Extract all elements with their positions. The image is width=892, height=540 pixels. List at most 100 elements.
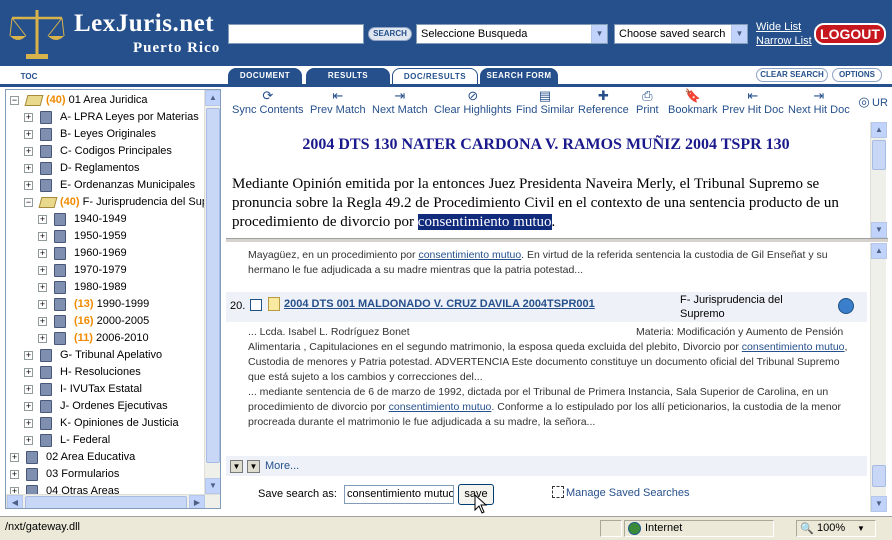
result-checkbox[interactable] (250, 299, 262, 311)
result-snippet: hermano le fue adjudicada a su madre mie… (248, 264, 584, 276)
document-scroll-thumb[interactable] (872, 140, 886, 170)
expand-icon[interactable]: + (24, 113, 33, 122)
results-scrollbar[interactable]: ▲ ▼ (870, 243, 887, 512)
toolbar-next-hit-doc-button[interactable]: ⇥ Next Hit Doc (788, 88, 850, 116)
scroll-up-icon[interactable]: ▲ (205, 90, 220, 106)
tab-doc-results[interactable]: DOC/RESULTS (392, 68, 478, 84)
toc-item-text: D- Reglamentos (60, 162, 140, 174)
tab-results[interactable]: RESULTS (306, 68, 390, 84)
result-snippet: Mayagüez, en un procedimiento por consen… (248, 247, 862, 263)
toc-horizontal-scrollbar[interactable]: ◀ ▶ (6, 494, 220, 508)
collapse-icon[interactable]: − (10, 96, 19, 105)
snippet-hit-link[interactable]: consentimiento mutuo (742, 341, 845, 353)
save-search-input[interactable]: consentimiento mutuo (344, 485, 454, 504)
expand-icon[interactable]: + (38, 300, 47, 309)
toc-item-text: E- Ordenanzas Municipales (60, 179, 196, 191)
expand-icon[interactable]: + (24, 351, 33, 360)
result-title-link[interactable]: 2004 DTS 001 MALDONADO V. CRUZ DAVILA 20… (284, 298, 595, 310)
expand-icon[interactable]: + (24, 402, 33, 411)
hit-count: (40) (46, 94, 66, 106)
toc-item-label: (13) 1990-1999 (74, 296, 149, 313)
expand-icon[interactable]: + (24, 385, 33, 394)
scroll-down-icon[interactable]: ▼ (205, 478, 220, 494)
expand-all-icon[interactable]: ▼ (230, 460, 243, 473)
expand-icon[interactable]: + (38, 249, 47, 258)
saved-search-select[interactable]: Choose saved search ▼ (614, 24, 748, 44)
manage-saved-searches-link[interactable]: Manage Saved Searches (566, 487, 690, 499)
toc-vertical-scrollbar[interactable]: ▲ ▼ (204, 90, 220, 494)
expand-icon[interactable]: + (24, 147, 33, 156)
expand-icon[interactable]: + (24, 130, 33, 139)
open-document-icon[interactable] (838, 298, 854, 314)
toolbar-prev-match-button[interactable]: ⇤ Prev Match (310, 88, 366, 116)
scroll-up-icon[interactable]: ▲ (871, 243, 887, 259)
expand-icon[interactable]: + (10, 470, 19, 479)
chevron-down-icon: ▼ (731, 25, 747, 43)
result-snippet: Custodia de menores y Patria potestad. A… (248, 356, 840, 368)
toc-item-text: F- Jurisprudencia del Supremo (82, 196, 221, 208)
results-scroll-thumb[interactable] (872, 465, 886, 487)
next-match-icon: ⇥ (394, 88, 406, 103)
expand-icon[interactable]: + (24, 419, 33, 428)
expand-icon[interactable]: + (24, 181, 33, 190)
toolbar-prev-hit-doc-button[interactable]: ⇤ Prev Hit Doc (722, 88, 784, 116)
collapse-icon[interactable]: − (24, 198, 33, 207)
narrow-list-link[interactable]: Narrow List (756, 35, 812, 47)
toolbar-bookmark-button[interactable]: 🔖 Bookmark (668, 88, 718, 116)
scroll-right-icon[interactable]: ▶ (189, 495, 205, 508)
toc-item-label: 1970-1979 (74, 262, 127, 279)
tab-search-form[interactable]: SEARCH FORM (480, 68, 558, 84)
document-title: 2004 DTS 130 NATER CARDONA V. RAMOS MUÑI… (302, 136, 790, 153)
scroll-down-icon[interactable]: ▼ (871, 222, 887, 238)
document-scrollbar[interactable]: ▲ ▼ (870, 122, 887, 238)
clear-search-button[interactable]: CLEAR SEARCH (756, 68, 828, 82)
toolbar-next-match-button[interactable]: ⇥ Next Match (372, 88, 428, 116)
search-input[interactable] (228, 24, 364, 44)
snippet-hit-link[interactable]: consentimiento mutuo (389, 401, 492, 413)
expand-icon[interactable]: + (38, 317, 47, 326)
expand-icon[interactable]: + (38, 215, 47, 224)
toolbar-clear-highlights-button[interactable]: ⊘ Clear Highlights (434, 88, 512, 116)
pane-splitter[interactable] (226, 238, 888, 242)
scroll-left-icon[interactable]: ◀ (7, 495, 23, 508)
toolbar-ur-button[interactable]: ◎ UR (856, 94, 888, 110)
more-dropdown-icon[interactable]: ▼ (247, 460, 260, 473)
toc-item-text: 1990-1999 (96, 298, 150, 310)
scroll-down-icon[interactable]: ▼ (871, 496, 887, 512)
toolbar-label: UR (872, 97, 888, 109)
expand-icon[interactable]: + (10, 453, 19, 462)
toolbar-label: Clear Highlights (434, 104, 512, 116)
busqueda-select[interactable]: Seleccione Busqueda ▼ (416, 24, 608, 44)
toolbar-sync-contents-button[interactable]: ⟳ Sync Contents (232, 88, 304, 116)
status-zoom[interactable]: 🔍 100% ▼ (796, 520, 876, 537)
toc-item-text: 1970-1979 (74, 264, 127, 276)
toolbar-print-button[interactable]: ⎙ Print (636, 88, 659, 116)
toc-item-text: J- Ordenes Ejecutivas (60, 400, 168, 412)
toolbar-reference-button[interactable]: ✚ Reference (578, 88, 629, 116)
toc-scroll-thumb[interactable] (206, 108, 220, 463)
options-button[interactable]: OPTIONS (832, 68, 882, 82)
toolbar-find-similar-button[interactable]: ▤ Find Similar (516, 88, 574, 116)
chevron-down-icon[interactable]: ▼ (857, 521, 865, 536)
app-header: LexJuris.net Puerto Rico SEARCH Seleccio… (0, 0, 892, 66)
scroll-up-icon[interactable]: ▲ (871, 122, 887, 138)
more-link[interactable]: More... (265, 460, 299, 472)
saved-search-select-value: Choose saved search (619, 28, 726, 40)
expand-icon[interactable]: + (24, 368, 33, 377)
expand-icon[interactable]: + (24, 436, 33, 445)
wide-list-link[interactable]: Wide List (756, 21, 801, 33)
document-toolbar: ⟳ Sync Contents ⇤ Prev Match ⇥ Next Match ⊘ Cle… (226, 88, 888, 120)
folder-open-icon (24, 95, 44, 106)
search-button[interactable]: SEARCH (368, 27, 412, 41)
toc-hscroll-thumb[interactable] (25, 496, 187, 508)
logout-button[interactable]: LOGOUT (814, 23, 886, 45)
snippet-hit-link[interactable]: consentimiento mutuo (418, 249, 521, 261)
toc-item-label: C- Codigos Principales (60, 143, 172, 160)
expand-icon[interactable]: + (38, 334, 47, 343)
expand-icon[interactable]: + (24, 164, 33, 173)
expand-icon[interactable]: + (38, 266, 47, 275)
toc-item-text: 01 Area Juridica (68, 94, 148, 106)
expand-icon[interactable]: + (38, 283, 47, 292)
expand-icon[interactable]: + (38, 232, 47, 241)
tab-document[interactable]: DOCUMENT (228, 68, 302, 84)
